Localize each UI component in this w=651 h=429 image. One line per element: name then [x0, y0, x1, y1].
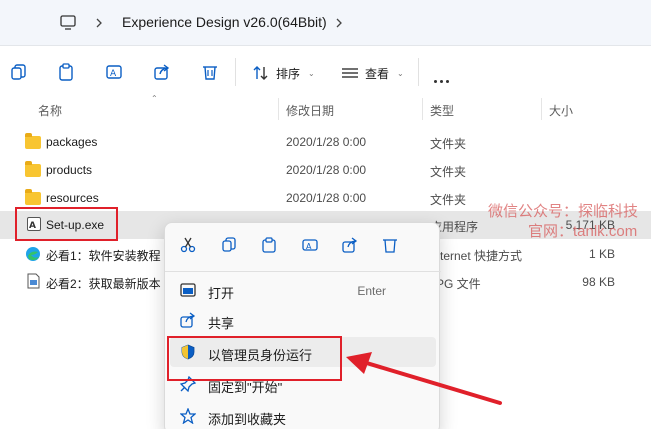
sort-button[interactable]: 排序 ⌄: [252, 63, 315, 83]
highlight-box-setup: [15, 207, 118, 241]
menu-item-label: 打开: [208, 286, 235, 301]
file-date: 2020/1/28 0:00: [286, 191, 367, 205]
file-name: products: [46, 163, 93, 177]
watermark-line1: 微信公众号：探临科技: [488, 203, 639, 220]
view-label: 查看: [365, 66, 390, 81]
file-name: resources: [46, 191, 99, 205]
breadcrumb-current-folder[interactable]: Experience Design v26.0(64Bbit): [122, 14, 327, 30]
address-bar[interactable]: Experience Design v26.0(64Bbit): [0, 0, 651, 46]
view-icon: [342, 68, 358, 78]
chevron-down-icon: ⌄: [397, 68, 404, 78]
chevron-right-icon[interactable]: [94, 14, 104, 32]
share-icon[interactable]: [153, 63, 171, 81]
context-divider: [165, 271, 441, 272]
toolbar-divider: [418, 58, 419, 86]
column-header-row: 名称 修改日期 类型 大小: [0, 96, 651, 122]
sort-icon: [253, 66, 268, 80]
menu-item-label: 添加到收藏夹: [208, 412, 287, 427]
file-name: 必看1：软件安装教程: [46, 249, 161, 263]
paste-icon[interactable]: [57, 63, 75, 81]
svg-text:A: A: [306, 242, 312, 251]
file-row[interactable]: products 2020/1/28 0:00 文件夹: [0, 156, 651, 184]
chevron-right-icon[interactable]: [334, 14, 344, 32]
view-button[interactable]: 查看 ⌄: [341, 63, 404, 83]
folder-icon: [24, 161, 42, 177]
edge-shortcut-icon: [26, 247, 40, 261]
folder-icon: [24, 189, 42, 205]
file-date: 2020/1/28 0:00: [286, 135, 367, 149]
file-type: 文件夹: [430, 193, 467, 207]
column-divider[interactable]: [541, 98, 542, 120]
monitor-icon[interactable]: [60, 14, 76, 32]
watermark-line2: 官网：tanlk.com: [528, 223, 638, 240]
toolbar-divider: [235, 58, 236, 86]
file-size: 1 KB: [588, 247, 615, 261]
column-date[interactable]: 修改日期: [286, 102, 334, 119]
file-row[interactable]: packages 2020/1/28 0:00 文件夹: [0, 128, 651, 156]
paste-icon[interactable]: [261, 237, 277, 253]
file-type: 文件夹: [430, 137, 467, 151]
copy-icon[interactable]: [10, 63, 28, 81]
copy-icon[interactable]: [221, 237, 237, 253]
column-name[interactable]: 名称: [38, 102, 62, 119]
context-menu: A 打开 Enter 共享 以管理员身份运行 固定到"开始" 添加到收藏夹: [164, 222, 441, 429]
file-date: 2020/1/28 0:00: [286, 163, 367, 177]
command-bar: A 排序 ⌄ 查看 ⌄: [0, 46, 651, 96]
column-size[interactable]: 大小: [549, 102, 573, 119]
menu-item-shortcut: Enter: [357, 284, 386, 298]
file-name: packages: [46, 135, 98, 149]
open-icon: [180, 283, 196, 297]
rename-icon[interactable]: A: [105, 63, 123, 81]
star-icon: [180, 408, 196, 424]
delete-icon[interactable]: [201, 63, 219, 81]
menu-item-label: 共享: [208, 316, 235, 331]
file-size: 98 KB: [582, 275, 615, 289]
image-file-icon: [27, 273, 40, 289]
menu-item-share[interactable]: 共享: [170, 305, 436, 335]
cut-icon[interactable]: [180, 237, 196, 253]
svg-text:A: A: [110, 69, 117, 79]
sort-label: 排序: [276, 66, 301, 81]
column-divider[interactable]: [422, 98, 423, 120]
rename-icon[interactable]: A: [302, 237, 318, 253]
menu-item-open[interactable]: 打开 Enter: [170, 275, 436, 305]
chevron-down-icon: ⌄: [308, 68, 315, 78]
file-type: Internet 快捷方式: [430, 249, 523, 263]
file-name: 必看2：获取最新版本: [46, 277, 161, 291]
highlight-box-run-as-admin: [167, 336, 342, 381]
folder-icon: [24, 133, 42, 149]
column-divider[interactable]: [278, 98, 279, 120]
delete-icon[interactable]: [382, 237, 398, 253]
more-options-icon[interactable]: [434, 72, 452, 86]
column-type[interactable]: 类型: [430, 102, 454, 119]
file-type: 文件夹: [430, 165, 467, 179]
share-icon: [180, 312, 196, 328]
share-icon[interactable]: [342, 237, 358, 253]
context-quick-actions: A: [165, 223, 441, 267]
menu-item-add-to-favorites[interactable]: 添加到收藏夹: [170, 401, 436, 429]
